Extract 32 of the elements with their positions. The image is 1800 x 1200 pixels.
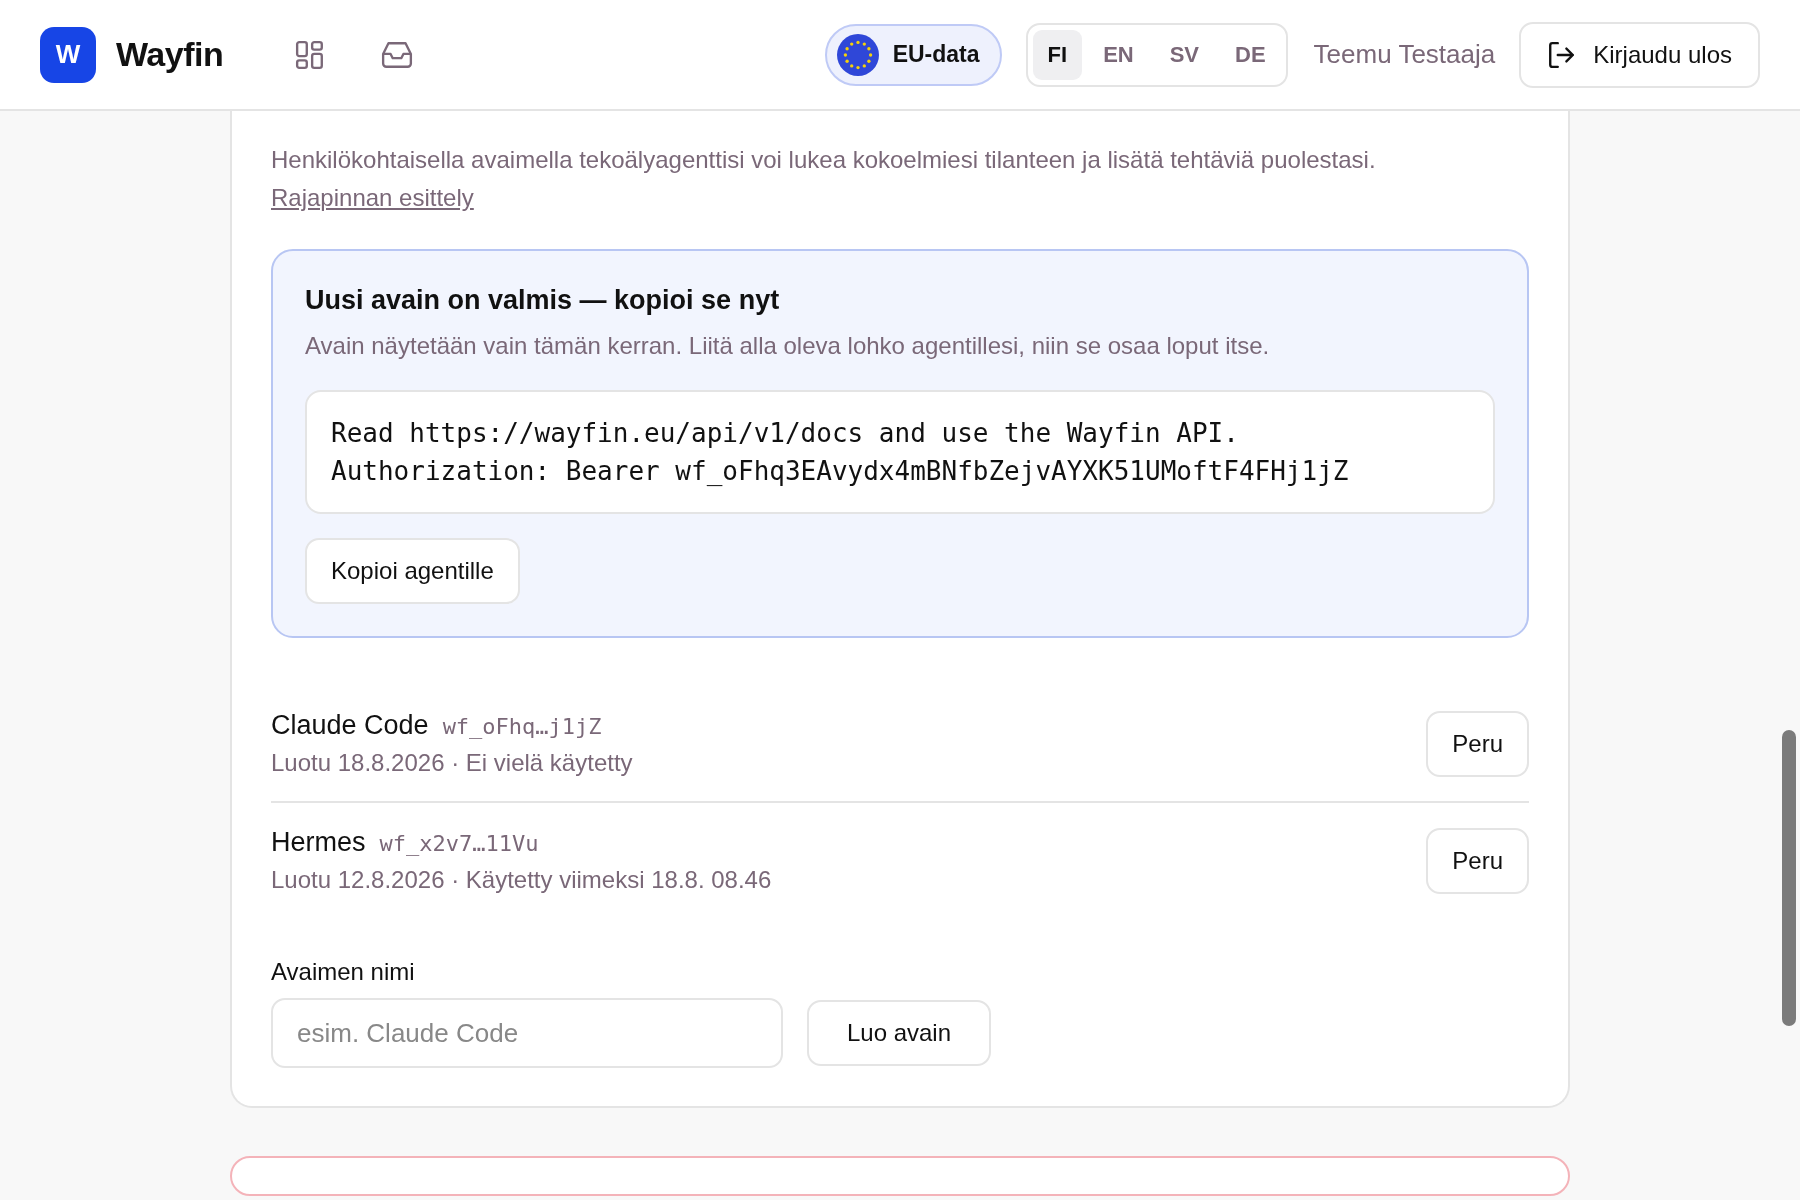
key-name: Claude Code [271, 710, 429, 741]
key-meta: Luotu 18.8.2026 · Ei vielä käytetty [271, 749, 633, 777]
copy-button[interactable]: Kopioi agentille [305, 538, 520, 604]
key-prefix: wf_oFhq…j1jZ [442, 714, 602, 739]
revoke-button[interactable]: Peru [1426, 827, 1529, 894]
key-name: Hermes [271, 827, 366, 858]
new-key-title: Uusi avain on valmis — kopioi se nyt [305, 285, 781, 316]
field-label: Avaimen nimi [271, 958, 416, 986]
language-tab[interactable]: SV [1154, 29, 1215, 80]
language-tab[interactable]: FI [1032, 29, 1083, 80]
language-tab[interactable]: DE [1220, 29, 1281, 80]
new-key-hint: Avain näytetään vain tämän kerran. Liitä alla oleva lohko agentillesi, niin se osaa loput itse. [305, 332, 1271, 360]
dashboard-icon[interactable] [295, 39, 326, 70]
logout-icon [1547, 40, 1576, 69]
intro-text: Henkilökohtaisella avaimella tekoälyagenttisi voi lukea kokoelmiesi tilanteen ja lisätä tehtäviä puolestasi. [271, 145, 1377, 175]
code-line: Read https://wayfin.eu/api/v1/docs and use the Wayfin API. [331, 417, 1240, 450]
revoke-button[interactable]: Peru [1426, 710, 1529, 777]
user-name: Teemu Testaaja [1313, 39, 1496, 70]
scrollbar-thumb[interactable] [1782, 730, 1796, 1026]
key-name-input[interactable]: esim. Claude Code [271, 998, 783, 1068]
brand-name: Wayfin [116, 35, 224, 74]
language-tab[interactable]: EN [1088, 29, 1149, 80]
logout-button[interactable]: Kirjaudu ulos [1519, 21, 1760, 88]
key-meta: Luotu 12.8.2026 · Käytetty viimeksi 18.8. 08.46 [271, 866, 772, 894]
create-key-button[interactable]: Luo avain [807, 1000, 991, 1066]
api-docs-link[interactable]: Rajapinnan esittely [271, 179, 474, 217]
inbox-icon[interactable] [381, 39, 414, 70]
eu-flag-icon [836, 33, 879, 76]
key-prefix: wf_x2v7…11Vu [379, 831, 539, 856]
logo-mark: W [40, 26, 96, 83]
eu-data-label: EU-data [892, 41, 980, 68]
code-line: Authorization: Bearer wf_oFhq3EAvydx4mBNfbZejvAYXK51UMoftF4FHj1jZ [331, 455, 1350, 488]
